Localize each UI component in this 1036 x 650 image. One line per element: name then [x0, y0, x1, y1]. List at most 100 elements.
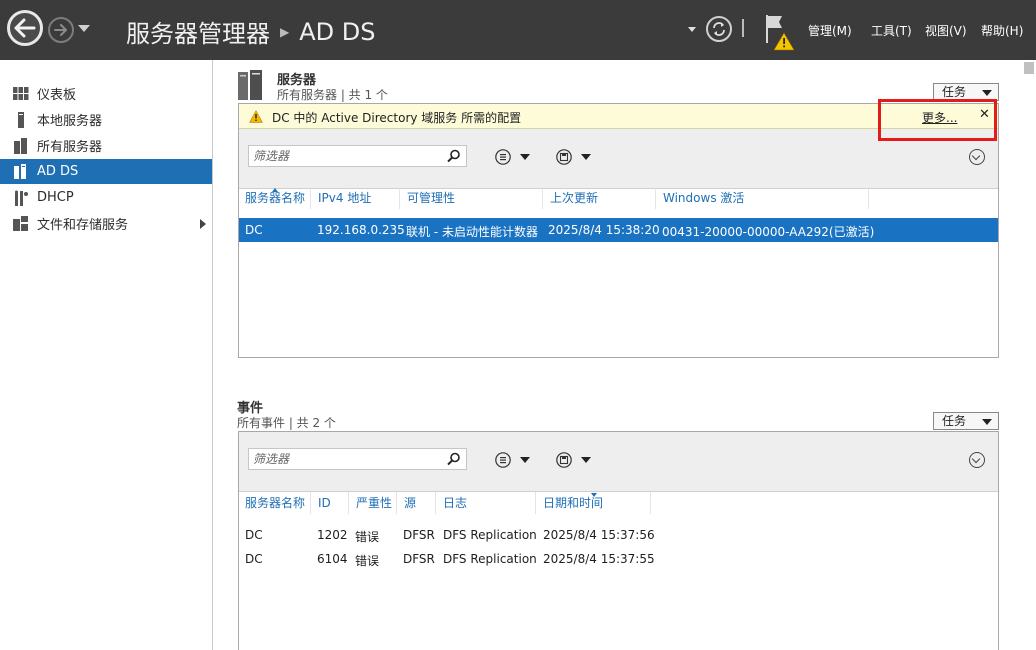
table-row[interactable]: DC 192.168.0.235 联机 - 未启动性能计数器 2025/8/4 … [239, 218, 998, 242]
file-storage-icon [13, 215, 29, 232]
save-query-icon[interactable] [556, 452, 572, 468]
breadcrumb-separator-icon: ▶ [280, 24, 290, 39]
sidebar-item-file-storage[interactable]: 文件和存储服务 [0, 211, 212, 236]
table-row[interactable]: DC 6104 错误 DFSR DFS Replication 2025/8/4… [239, 547, 998, 571]
column-header[interactable]: Windows 激活 [657, 187, 869, 209]
sidebar-item-label: DHCP [37, 190, 74, 205]
sidebar: 仪表板 本地服务器 所有服务器 AD DS DHCP 文件和存储服务 [0, 60, 213, 650]
last-update-cell: 2025/8/4 15:38:20 [548, 223, 660, 237]
servers-panel: DC 中的 Active Directory 域服务 所需的配置 更多... ✕… [238, 103, 999, 358]
forward-button[interactable] [48, 17, 74, 43]
datetime-cell: 2025/8/4 15:37:56 [543, 528, 655, 542]
warning-icon [249, 110, 263, 123]
column-header[interactable]: 日志 [437, 492, 536, 514]
list-options-icon[interactable] [495, 149, 511, 165]
filter-placeholder: 筛选器 [253, 452, 290, 466]
sidebar-item-label: AD DS [37, 164, 79, 179]
column-header[interactable]: IPv4 地址 [312, 187, 400, 209]
column-header[interactable]: 可管理性 [401, 187, 543, 209]
servers-filter-input[interactable]: 筛选器 [248, 145, 467, 167]
toolbar-divider [742, 19, 744, 37]
all-servers-icon [13, 137, 29, 154]
table-row[interactable]: DC 1202 错误 DFSR DFS Replication 2025/8/4… [239, 523, 998, 547]
history-dropdown-icon[interactable] [78, 25, 90, 32]
severity-cell: 错误 [355, 554, 380, 568]
refresh-button[interactable] [706, 16, 732, 42]
log-cell: DFS Replication [443, 552, 537, 566]
vertical-scrollbar[interactable] [1022, 60, 1036, 650]
sidebar-item-all-servers[interactable]: 所有服务器 [0, 133, 212, 158]
search-icon[interactable] [447, 149, 461, 163]
save-query-dropdown-icon[interactable] [581, 154, 591, 160]
search-icon[interactable] [447, 452, 461, 466]
column-header[interactable]: 上次更新 [544, 187, 656, 209]
save-query-dropdown-icon[interactable] [581, 457, 591, 463]
servers-section-icon [238, 70, 262, 100]
activation-cell: 00431-20000-00000-AA292(已激活) [662, 225, 875, 239]
title-bar: 服务器管理器 ▶ AD DS 管理(M) 工具(T) 视图(V) 帮助(H) [0, 0, 1036, 60]
source-cell: DFSR [403, 552, 435, 566]
column-header[interactable]: ID [312, 492, 349, 514]
sidebar-item-dashboard[interactable]: 仪表板 [0, 81, 212, 106]
notifications-button[interactable] [762, 13, 796, 51]
server-name-cell: DC [245, 223, 263, 237]
flag-warning-icon [766, 15, 795, 51]
sidebar-item-label: 本地服务器 [37, 114, 103, 129]
event-id-cell: 1202 [317, 528, 348, 542]
source-cell: DFSR [403, 528, 435, 542]
events-section-subtitle: 所有事件 | 共 2 个 [237, 416, 336, 430]
column-header[interactable]: 服务器名称 [239, 492, 311, 514]
events-table-header: 服务器名称 ID 严重性 源 日志 日期和时间 [239, 492, 998, 514]
list-options-dropdown-icon[interactable] [520, 457, 530, 463]
local-server-icon [13, 111, 29, 128]
sidebar-item-local-server[interactable]: 本地服务器 [0, 107, 212, 132]
expand-panel-icon[interactable] [969, 452, 985, 468]
back-button[interactable] [7, 10, 43, 46]
manageability-cell: 联机 - 未启动性能计数器 [406, 225, 538, 239]
menu-view[interactable]: 视图(V) [925, 22, 967, 39]
event-id-cell: 6104 [317, 552, 348, 566]
dhcp-icon [13, 190, 29, 206]
servers-section-subtitle: 所有服务器 | 共 1 个 [277, 88, 388, 102]
column-header[interactable]: 源 [398, 492, 436, 514]
breadcrumb: 服务器管理器 ▶ AD DS [126, 14, 375, 49]
events-filter-bar: 筛选器 [239, 432, 998, 492]
server-name-cell: DC [245, 528, 263, 542]
app-title[interactable]: 服务器管理器 [126, 14, 270, 49]
dashboard-icon [13, 86, 29, 102]
list-options-dropdown-icon[interactable] [520, 154, 530, 160]
events-panel: 筛选器 服务器名称 ID 严重性 源 日志 日期和时间 DC 1202 错误 D… [238, 431, 999, 650]
expand-panel-icon[interactable] [969, 149, 985, 165]
refresh-icon [713, 22, 725, 36]
menu-manage[interactable]: 管理(M) [808, 22, 852, 39]
notification-text: DC 中的 Active Directory 域服务 所需的配置 [272, 111, 522, 125]
sidebar-item-dhcp[interactable]: DHCP [0, 185, 212, 210]
forward-arrow-icon [54, 24, 67, 36]
scrollbar-thumb[interactable] [1024, 62, 1034, 74]
sidebar-item-label: 所有服务器 [37, 140, 103, 155]
events-tasks-button[interactable]: 任务 [933, 412, 999, 430]
ipv4-cell: 192.168.0.235 [317, 223, 405, 237]
filter-placeholder: 筛选器 [253, 149, 290, 163]
server-name-cell: DC [245, 552, 263, 566]
refresh-dropdown-icon[interactable] [688, 27, 696, 32]
sidebar-item-label: 文件和存储服务 [37, 218, 129, 233]
ad-ds-icon [13, 163, 29, 180]
sort-ascending-icon [272, 188, 278, 192]
back-arrow-icon [14, 18, 36, 38]
log-cell: DFS Replication [443, 528, 537, 542]
menu-help[interactable]: 帮助(H) [981, 22, 1023, 39]
sidebar-item-ad-ds[interactable]: AD DS [0, 159, 212, 184]
sort-descending-icon [591, 493, 597, 497]
severity-cell: 错误 [355, 530, 380, 544]
save-query-icon[interactable] [556, 149, 572, 165]
list-options-icon[interactable] [495, 452, 511, 468]
expand-arrow-icon[interactable] [200, 219, 206, 229]
column-header[interactable]: 严重性 [350, 492, 397, 514]
menu-tools[interactable]: 工具(T) [871, 22, 912, 39]
page-title: AD DS [299, 17, 376, 46]
events-filter-input[interactable]: 筛选器 [248, 448, 467, 470]
datetime-cell: 2025/8/4 15:37:55 [543, 552, 655, 566]
servers-table-header: 服务器名称 IPv4 地址 可管理性 上次更新 Windows 激活 [239, 187, 998, 209]
highlight-box [878, 99, 997, 141]
